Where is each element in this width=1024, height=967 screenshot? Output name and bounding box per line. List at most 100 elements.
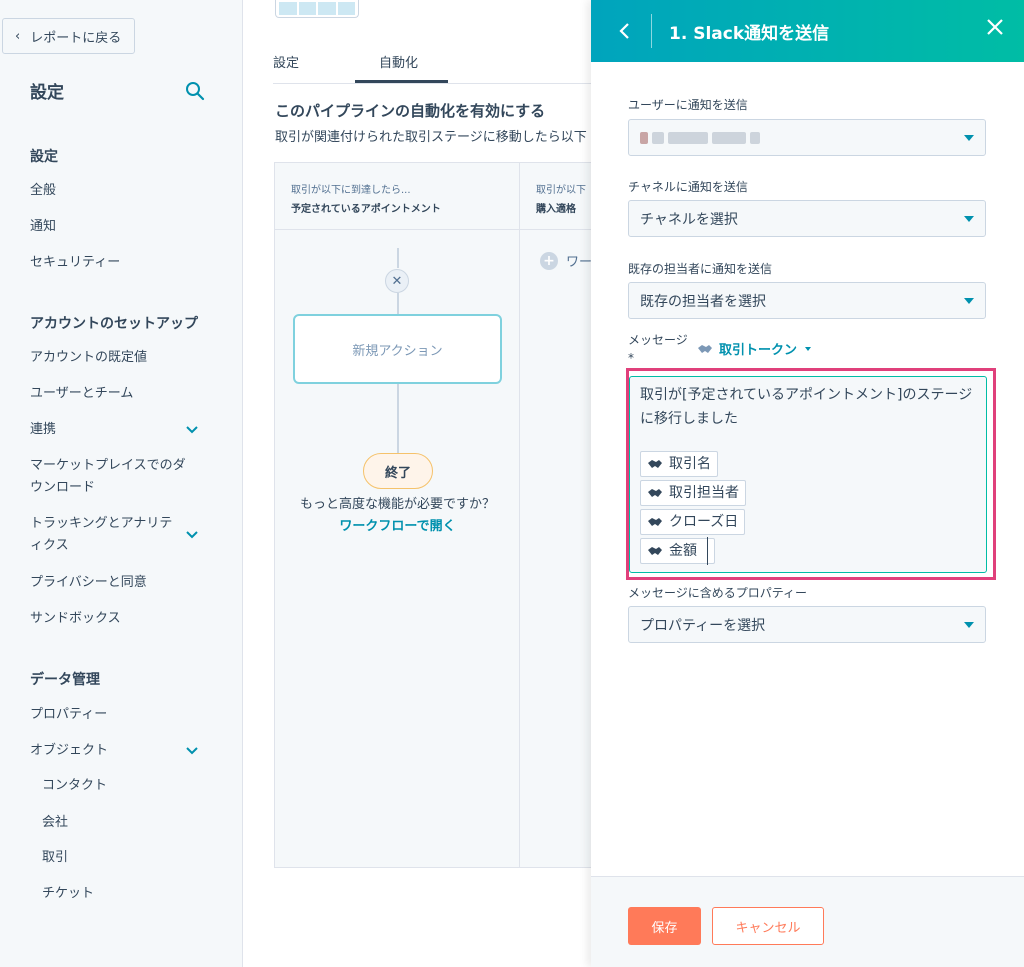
sidebar-item-tracking[interactable]: トラッキングとアナリティクス — [30, 513, 180, 557]
chevron-left-icon[interactable] — [615, 18, 635, 44]
close-icon[interactable] — [984, 16, 1006, 38]
caret-down-icon — [964, 297, 974, 304]
automation-subtext: 取引が関連付けられた取引ステージに移動したら以下 — [275, 130, 587, 145]
add-workflow-button[interactable]: + ワー — [540, 251, 592, 270]
section-settings: 設定 — [30, 149, 58, 165]
owner-notify-label: 既存の担当者に通知を送信 — [628, 262, 773, 276]
sidebar-item-marketplace[interactable]: マーケットプレイスでのダウンロード — [30, 455, 195, 499]
sidebar-item-integrations[interactable]: 連携 — [30, 419, 200, 441]
owner-select[interactable]: 既存の担当者を選択 — [628, 282, 986, 319]
caret-down-icon — [964, 621, 974, 628]
board-thumbnail — [275, 0, 359, 18]
handshake-icon — [698, 344, 712, 353]
remove-action-icon[interactable]: ✕ — [385, 269, 409, 293]
message-text: 取引が[予定されているアポイントメント]のステージに移行しました — [640, 387, 973, 427]
token-chip[interactable]: 取引担当者 — [640, 480, 746, 506]
handshake-icon — [648, 489, 662, 497]
cancel-button[interactable]: キャンセル — [712, 907, 824, 945]
stage-column-header: 取引が以下 購入適格 — [520, 163, 593, 230]
sidebar-item-properties[interactable]: プロパティー — [30, 704, 200, 726]
connector-line — [397, 384, 399, 453]
message-editor[interactable]: 取引が[予定されているアポイントメント]のステージに移行しました 取引名 取引担… — [629, 376, 987, 573]
token-chip[interactable]: 取引名 — [640, 451, 718, 477]
caret-down-icon — [805, 346, 812, 351]
token-chip[interactable]: クローズ日 — [640, 509, 746, 535]
open-in-workflow-link[interactable]: ワークフローで開く — [275, 515, 520, 534]
handshake-icon — [648, 547, 662, 555]
pipeline-tabs: 設定 自動化 — [273, 40, 593, 84]
active-tab-indicator — [355, 80, 448, 83]
stage-column-header: 取引が以下に到達したら... 予定されているアポイントメント — [275, 163, 519, 230]
back-to-reports-button[interactable]: ‹ レポートに戻る — [2, 18, 135, 54]
deal-token-label: 取引トークン — [719, 343, 798, 358]
sidebar-item-objects[interactable]: オブジェクト — [30, 740, 200, 762]
chevron-down-icon[interactable] — [184, 527, 200, 543]
stage-name: 購入適格 — [536, 204, 576, 215]
automation-heading: このパイプラインの自動化を有効にする — [275, 102, 546, 120]
props-select-value: プロパティーを選択 — [640, 617, 766, 634]
new-action-card[interactable]: 新規アクション — [293, 314, 502, 384]
connector-line — [397, 293, 399, 314]
token-chip-label: 金額 — [669, 543, 697, 559]
save-button[interactable]: 保存 — [628, 907, 701, 945]
token-chip-label: クローズ日 — [669, 514, 739, 530]
channel-notify-label: チャネルに通知を送信 — [628, 180, 748, 194]
advanced-features-text: もっと高度な機能が必要ですか？ — [299, 497, 495, 512]
handshake-icon — [648, 518, 662, 526]
stage-column: 取引が以下に到達したら... 予定されているアポイントメント ✕ 新規アクション… — [275, 163, 520, 867]
stage-trigger-label: 取引が以下 — [536, 185, 586, 196]
stage-name: 予定されているアポイントメント — [291, 204, 441, 215]
back-to-reports-label: レポートに戻る — [30, 30, 122, 46]
panel-header: 1. Slack通知を送信 — [591, 0, 1024, 62]
owner-select-value: 既存の担当者を選択 — [640, 293, 766, 310]
settings-sidebar: ‹ レポートに戻る 設定 設定 全般 通知 セキュリティー アカウントのセットア… — [0, 0, 243, 967]
sidebar-item-deals[interactable]: 取引 — [42, 847, 212, 869]
chevron-down-icon[interactable] — [184, 422, 200, 438]
sidebar-item-account-defaults[interactable]: アカウントの既定値 — [30, 347, 200, 369]
token-chip[interactable]: 金額 — [640, 537, 715, 565]
caret-down-icon — [964, 215, 974, 222]
pipeline-main: 設定 自動化 このパイプラインの自動化を有効にする 取引が関連付けられた取引ステ… — [243, 0, 594, 967]
connector-line — [397, 248, 399, 268]
sidebar-item-security[interactable]: セキュリティー — [30, 252, 200, 274]
slack-notification-panel: 1. Slack通知を送信 ユーザーに通知を送信 チャネルに通知を送信 チャネル… — [591, 0, 1024, 967]
channel-select[interactable]: チャネルを選択 — [628, 200, 986, 237]
sidebar-item-general[interactable]: 全般 — [30, 180, 200, 202]
channel-select-value: チャネルを選択 — [640, 211, 738, 228]
header-divider — [651, 14, 652, 48]
section-data-mgmt: データ管理 — [30, 672, 100, 688]
token-chip-label: 取引名 — [669, 456, 711, 472]
tab-settings[interactable]: 設定 — [273, 52, 299, 71]
section-account-setup: アカウントのセットアップ — [30, 316, 198, 332]
add-workflow-label: ワー — [566, 255, 593, 270]
panel-footer: 保存 キャンセル — [591, 876, 1024, 967]
stage-column: 取引が以下 購入適格 + ワー — [520, 163, 593, 867]
sidebar-title: 設定 — [30, 83, 64, 103]
deal-token-dropdown[interactable]: 取引トークン — [697, 339, 812, 358]
tab-automation[interactable]: 自動化 — [379, 52, 418, 71]
text-cursor — [707, 537, 708, 565]
end-badge: 終了 — [363, 453, 433, 489]
caret-down-icon — [964, 134, 974, 141]
user-select[interactable] — [628, 119, 986, 156]
sidebar-item-privacy[interactable]: プライバシーと同意 — [30, 572, 200, 594]
chevron-down-icon[interactable] — [184, 743, 200, 759]
stage-trigger-label: 取引が以下に到達したら... — [291, 185, 411, 196]
redacted-user-value — [640, 131, 760, 144]
search-icon[interactable] — [184, 80, 206, 102]
user-notify-label: ユーザーに通知を送信 — [628, 98, 748, 112]
sidebar-item-contacts[interactable]: コンタクト — [42, 775, 212, 797]
token-chip-label: 取引担当者 — [669, 485, 739, 501]
props-label: メッセージに含めるプロパティー — [628, 586, 808, 600]
sidebar-item-users-teams[interactable]: ユーザーとチーム — [30, 383, 200, 405]
sidebar-item-tickets[interactable]: チケット — [42, 883, 212, 905]
chevron-left-icon: ‹ — [15, 28, 21, 44]
sidebar-item-sandbox[interactable]: サンドボックス — [30, 608, 200, 630]
props-select[interactable]: プロパティーを選択 — [628, 606, 986, 643]
sidebar-item-notifications[interactable]: 通知 — [30, 216, 200, 238]
message-label: メッセージ * — [628, 333, 688, 365]
sidebar-item-companies[interactable]: 会社 — [42, 812, 212, 834]
automation-board: 取引が以下に到達したら... 予定されているアポイントメント ✕ 新規アクション… — [274, 162, 594, 868]
panel-title: 1. Slack通知を送信 — [669, 24, 830, 44]
plus-icon: + — [540, 251, 558, 270]
